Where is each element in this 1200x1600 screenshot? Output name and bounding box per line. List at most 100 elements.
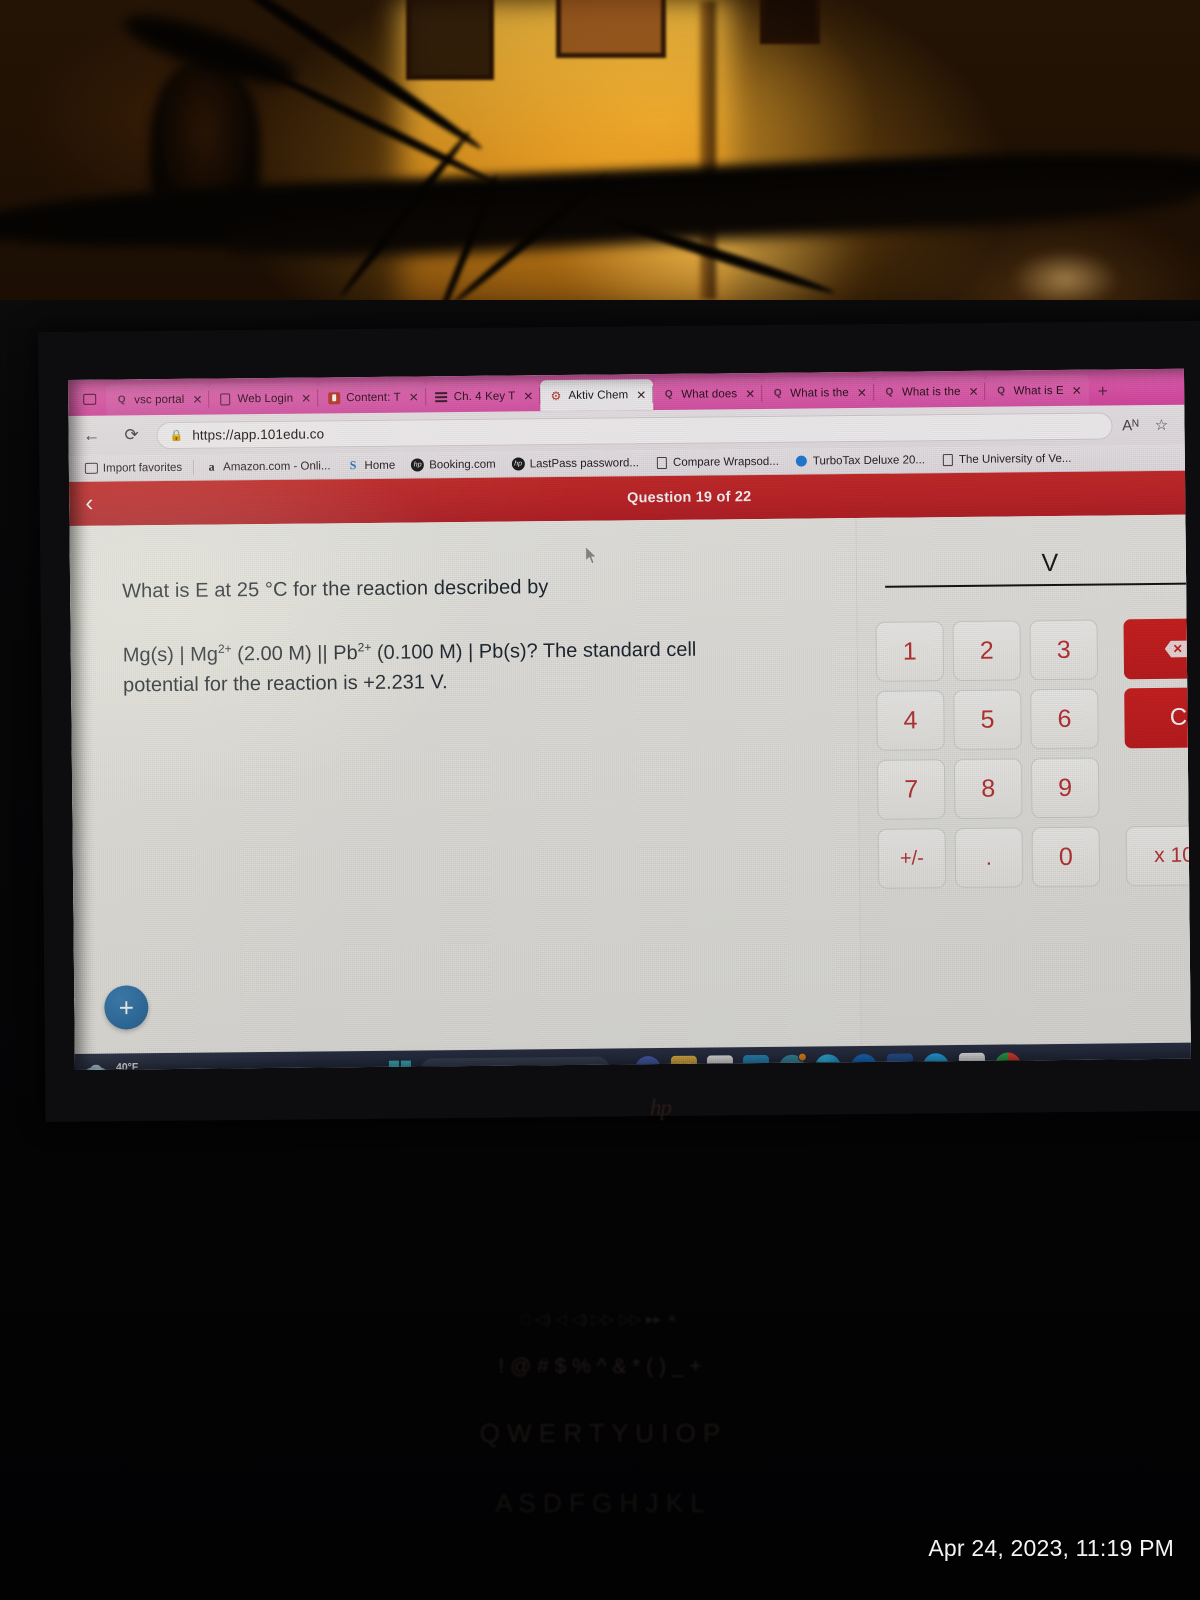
bookmark-label: Compare Wrapsod... [672, 455, 779, 469]
rain-cloud-icon [84, 1064, 109, 1070]
keypad-gap [1107, 688, 1116, 748]
hp-icon: hp [511, 457, 525, 471]
close-icon[interactable]: ✕ [1072, 383, 1082, 397]
hp-brand-logo: hp [650, 1095, 672, 1120]
close-icon[interactable]: ✕ [636, 388, 646, 402]
tab-label: What is E [1013, 384, 1064, 397]
close-icon[interactable]: ✕ [192, 392, 202, 406]
browser-tab[interactable]: Content: T ✕ [318, 381, 426, 414]
keypad-gap [1109, 826, 1118, 886]
tab-label: Content: T [346, 391, 401, 404]
asdf-key-row: A S D F G H J K L [495, 1488, 705, 1518]
wall-picture-frame [556, 0, 666, 58]
flask-icon: ⚙ [550, 388, 562, 403]
amazon-icon: a [208, 459, 215, 474]
charge-superscript: 2+ [357, 640, 372, 655]
bookmark-amazon[interactable]: a Amazon.com - Onli... [197, 459, 338, 474]
browser-tab[interactable]: Web Login ✕ [209, 382, 319, 415]
back-icon[interactable]: ← [76, 421, 106, 451]
bookmark-turbotax[interactable]: TurboTax Deluxe 20... [787, 453, 933, 467]
search-icon: Q [885, 386, 894, 398]
key-decimal[interactable]: . [954, 827, 1024, 889]
new-tab-button[interactable]: + [1089, 381, 1117, 405]
tab-label: vsc portal [134, 393, 185, 406]
search-icon: Q [773, 387, 782, 399]
key-1[interactable]: 1 [875, 621, 945, 682]
key-0[interactable]: 0 [1031, 826, 1101, 888]
bookmark-lastpass[interactable]: hp LastPass password... [504, 456, 647, 471]
page-icon [941, 453, 954, 466]
browser-tab[interactable]: Q What is the ✕ [762, 376, 875, 409]
close-icon[interactable]: ✕ [968, 384, 978, 398]
tab-label: Web Login [237, 392, 294, 405]
numeric-keypad: 1 2 3 ✕ 4 5 6 C 7 8 9 +/- . 0 x 100 [875, 617, 1191, 889]
browser-tab[interactable]: Q What is the ✕ [873, 375, 986, 408]
close-icon[interactable]: ✕ [301, 391, 311, 405]
charge-superscript: 2+ [217, 641, 232, 656]
question-pane: What is E at 25 °C for the reaction desc… [69, 518, 862, 1054]
close-icon[interactable]: ✕ [745, 387, 755, 401]
question-part-b: (2.00 M) || Pb [231, 642, 358, 666]
weather-widget[interactable]: 40°F Rain showers [84, 1061, 185, 1070]
search-icon: Q [117, 394, 126, 406]
question-counter: Question 19 of 22 [627, 489, 752, 507]
bookmark-label: LastPass password... [529, 456, 640, 470]
key-7[interactable]: 7 [876, 759, 946, 820]
keypad-gap [1125, 756, 1191, 817]
keypad-gap [1108, 757, 1117, 817]
browser-tab-active[interactable]: ⚙ Aktiv Chem ✕ [540, 379, 654, 412]
tab-label: What is the [790, 386, 849, 400]
bookmark-label: Amazon.com - Onli... [223, 459, 331, 473]
clear-button[interactable]: C [1124, 687, 1191, 749]
backspace-button[interactable]: ✕ [1123, 618, 1191, 680]
browser-tab[interactable]: Q What does ✕ [653, 377, 763, 411]
tab-label: What does [681, 387, 738, 401]
close-icon[interactable]: ✕ [857, 385, 867, 399]
key-plus-minus[interactable]: +/- [877, 828, 947, 889]
key-2[interactable]: 2 [952, 620, 1022, 682]
wall-picture-frame [760, 0, 820, 44]
tab-label: What is the [901, 385, 961, 399]
blue-dot-icon [795, 455, 808, 468]
key-6[interactable]: 6 [1030, 688, 1099, 750]
key-9[interactable]: 9 [1030, 757, 1100, 819]
bookmark-university[interactable]: The University of Ve... [933, 452, 1080, 466]
app-body: What is E at 25 °C for the reaction desc… [69, 513, 1191, 1054]
lock-icon: 🔒 [169, 429, 184, 442]
browser-tab[interactable]: Q vsc portal ✕ [106, 383, 210, 416]
browser-tab[interactable]: Q What is E ✕ [985, 374, 1089, 407]
bookmark-label: Import favorites [102, 461, 183, 475]
close-icon[interactable]: ✕ [523, 389, 533, 403]
question-line-2: Mg(s) | Mg2+ (2.00 M) || Pb2+ (0.100 M) … [123, 634, 774, 701]
wall-picture-frame [406, 0, 494, 80]
bookmark-divider [193, 459, 195, 475]
question-line-1: What is E at 25 °C for the reaction desc… [122, 576, 549, 603]
close-icon[interactable]: ✕ [409, 390, 419, 404]
refresh-icon[interactable]: ⟳ [116, 420, 146, 450]
bookmark-import-favorites[interactable]: Import favorites [77, 461, 190, 475]
key-3[interactable]: 3 [1029, 619, 1099, 681]
url-input[interactable]: 🔒 https://app.101edu.co [156, 411, 1113, 449]
tab-actions-icon[interactable] [72, 382, 106, 416]
key-4[interactable]: 4 [876, 690, 945, 751]
bookmark-booking[interactable]: hp Booking.com [403, 458, 504, 472]
key-5[interactable]: 5 [953, 689, 1022, 751]
red-app-icon [327, 391, 340, 404]
bookmark-home[interactable]: S Home [338, 458, 403, 473]
laptop-screen: Q vsc portal ✕ Web Login ✕ Content: T ✕ … [68, 368, 1191, 1070]
page-icon [655, 456, 668, 469]
add-note-button[interactable]: + [104, 985, 149, 1030]
back-button[interactable]: ‹ [85, 490, 115, 518]
tab-label: Aktiv Chem [568, 388, 629, 402]
browser-tab[interactable]: Ch. 4 Key T ✕ [425, 380, 541, 413]
bookmark-label: Home [364, 459, 396, 472]
read-aloud-icon[interactable]: Aᴺ [1122, 417, 1139, 434]
answer-input[interactable]: V [884, 542, 1191, 588]
laptop-keyboard: □ ◁) ◁ ◁) ▷▷ ▷▷ ▸▸ ☀ ! @ # $ % ^ & * ( )… [0, 1300, 1200, 1560]
favorites-star-icon[interactable]: ☆ [1155, 416, 1169, 434]
document-icon [218, 392, 231, 405]
bookmark-compare-wrapsode[interactable]: Compare Wrapsod... [647, 455, 787, 469]
key-8[interactable]: 8 [953, 758, 1023, 820]
tab-label: Ch. 4 Key T [453, 389, 516, 403]
exponent-button[interactable]: x 100 [1125, 825, 1191, 887]
